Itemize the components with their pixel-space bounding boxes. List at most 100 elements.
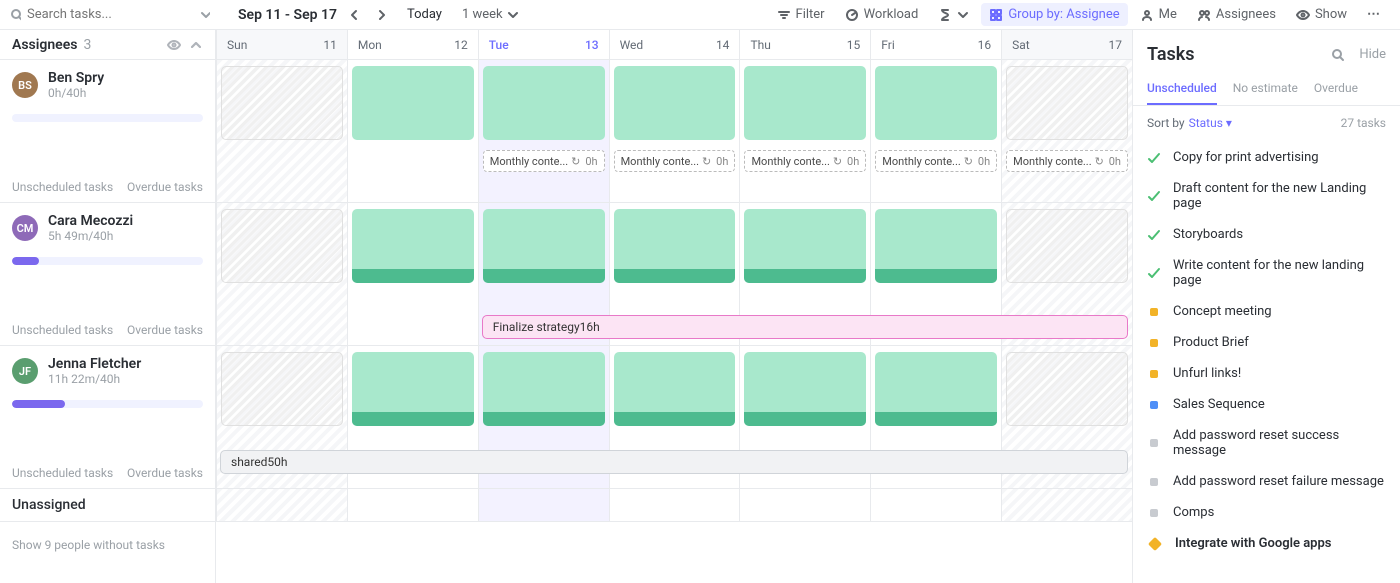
collapse-icon[interactable] [189,38,203,52]
day-header: Sun11 [216,30,347,59]
task-item[interactable]: Write content for the new landing page [1147,250,1386,296]
weekend-block [221,352,343,426]
workload-block[interactable] [614,66,736,140]
task-bar-shared[interactable]: shared50h [220,450,1128,474]
day-cell[interactable] [609,489,740,521]
day-cell[interactable] [478,489,609,521]
workload-button[interactable]: Workload [837,3,927,26]
day-cell[interactable] [870,489,1001,521]
task-chip[interactable]: Monthly conte...↻0h [744,150,866,172]
sort-value[interactable]: Status ▾ [1189,116,1232,130]
hourglass-button[interactable] [930,4,977,26]
task-chip[interactable]: Monthly conte...↻0h [875,150,997,172]
more-menu[interactable]: ⋯ [1359,3,1390,26]
task-item[interactable]: Draft content for the new Landing page [1147,173,1386,219]
workload-block[interactable] [744,66,866,140]
next-week-icon[interactable] [375,8,389,22]
search-input[interactable] [27,7,193,22]
day-cell[interactable] [347,489,478,521]
task-item[interactable]: Storyboards [1147,219,1386,250]
assignee-name: Jenna Fletcher [48,356,141,372]
eye-icon [1296,8,1310,22]
assignee-card[interactable]: BS Ben Spry 0h/40h Unscheduled tasks Ove… [0,60,215,203]
task-item[interactable]: Concept meeting [1147,296,1386,327]
task-chip[interactable]: Monthly conte...↻0h [1006,150,1128,172]
assignee-name: Ben Spry [48,70,104,86]
workload-block[interactable] [483,66,605,140]
day-cell[interactable]: Monthly conte...↻0h [609,60,740,202]
day-cell[interactable]: Monthly conte...↻0h [1001,60,1132,202]
workload-block[interactable] [875,209,997,283]
overdue-link[interactable]: Overdue tasks [127,180,203,194]
task-chip[interactable]: Monthly conte...↻0h [614,150,736,172]
task-item[interactable]: Sales Sequence [1147,389,1386,420]
filter-button[interactable]: Filter [769,3,833,26]
day-cell[interactable]: Monthly conte...↻0h [478,60,609,202]
task-chip[interactable]: Monthly conte...↻0h [483,150,605,172]
show-button[interactable]: Show [1288,3,1355,26]
day-cell[interactable]: Monthly conte...↻0h [870,60,1001,202]
day-cell[interactable] [1001,489,1132,521]
day-cell[interactable] [216,60,347,202]
assignee-card[interactable]: CM Cara Mecozzi 5h 49m/40h Unscheduled t… [0,203,215,346]
search-icon[interactable] [1331,48,1345,62]
groupby-button[interactable]: Group by: Assignee [981,3,1127,26]
unscheduled-link[interactable]: Unscheduled tasks [12,466,113,480]
workload-block[interactable] [483,352,605,426]
task-item[interactable]: Add password reset failure message [1147,466,1386,497]
task-item[interactable]: Add password reset success message [1147,420,1386,466]
unscheduled-link[interactable]: Unscheduled tasks [12,180,113,194]
overdue-link[interactable]: Overdue tasks [127,323,203,337]
assignee-card[interactable]: JF Jenna Fletcher 11h 22m/40h Unschedule… [0,346,215,489]
day-header: Fri16 [870,30,1001,59]
people-icon [1197,8,1211,22]
tab-noestimate[interactable]: No estimate [1233,73,1298,105]
workload-block[interactable] [614,209,736,283]
task-item[interactable]: Copy for print advertising [1147,142,1386,173]
today-button[interactable]: Today [407,7,442,22]
task-item[interactable]: Integrate with Google apps [1147,528,1386,559]
day-cell[interactable] [347,203,478,345]
show-people-link[interactable]: Show 9 people without tasks [0,522,215,568]
search-wrap[interactable] [10,7,210,22]
overdue-link[interactable]: Overdue tasks [127,466,203,480]
me-button[interactable]: Me [1132,3,1185,26]
assignees-button[interactable]: Assignees [1189,3,1284,26]
workload-block[interactable] [352,209,474,283]
day-cell[interactable] [347,60,478,202]
workload-block[interactable] [875,352,997,426]
workload-block[interactable] [614,352,736,426]
task-label: Storyboards [1173,227,1243,242]
day-cell[interactable] [739,489,870,521]
day-cell[interactable] [216,489,347,521]
assignee-hours: 0h/40h [48,86,104,100]
status-square [1150,439,1158,447]
task-bar-finalize[interactable]: Finalize strategy16h [482,315,1128,339]
workload-block[interactable] [744,352,866,426]
workload-block[interactable] [352,352,474,426]
task-item[interactable]: Comps [1147,497,1386,528]
workload-block[interactable] [744,209,866,283]
chevron-down-icon[interactable] [199,8,210,22]
prev-week-icon[interactable] [347,8,361,22]
eye-icon[interactable] [167,38,181,52]
day-cell[interactable]: Monthly conte...↻0h [739,60,870,202]
workload-block[interactable] [875,66,997,140]
tab-overdue[interactable]: Overdue [1314,73,1358,105]
unassigned-row[interactable]: Unassigned [0,489,215,522]
tab-unscheduled[interactable]: Unscheduled [1147,73,1217,105]
status-square [1150,339,1158,347]
hide-button[interactable]: Hide [1359,47,1386,62]
avatar: JF [12,358,38,384]
workload-block[interactable] [352,66,474,140]
assignee-name: Cara Mecozzi [48,213,133,229]
day-cell[interactable] [216,203,347,345]
unscheduled-link[interactable]: Unscheduled tasks [12,323,113,337]
workload-block[interactable] [483,209,605,283]
status-square [1150,478,1158,486]
range-select[interactable]: 1 week [462,7,519,22]
search-icon [10,8,21,22]
task-item[interactable]: Unfurl links! [1147,358,1386,389]
task-label: Comps [1173,505,1214,520]
task-item[interactable]: Product Brief [1147,327,1386,358]
